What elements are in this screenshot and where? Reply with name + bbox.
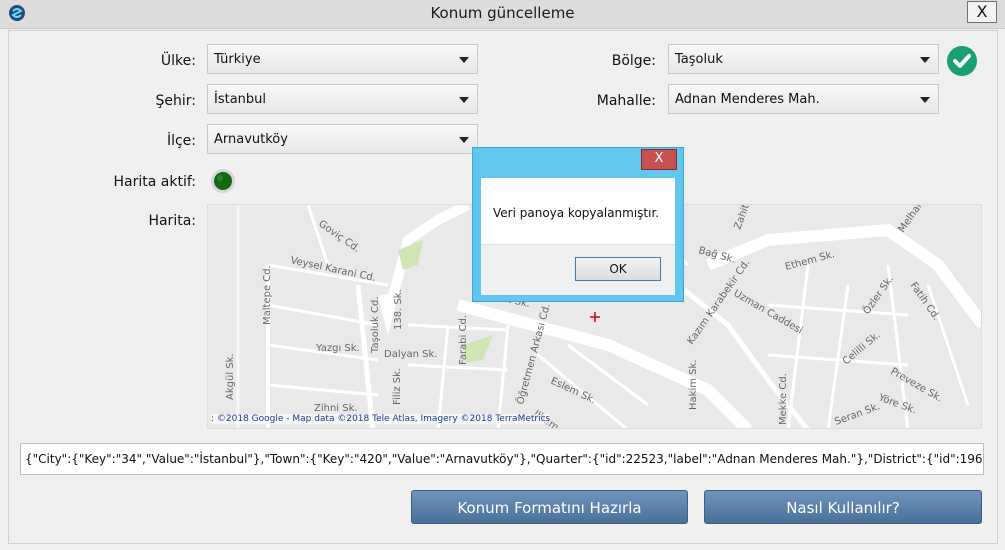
chevron-down-icon: [459, 137, 469, 143]
message-dialog: X Veri panoya kopyalanmıştır. OK: [472, 147, 684, 302]
neighborhood-label: Mahalle:: [596, 93, 656, 109]
location-json-output[interactable]: {"City":{"Key":"34","Value":"İstanbul"},…: [20, 443, 984, 475]
svg-text:Filiz Sk.: Filiz Sk.: [392, 368, 403, 405]
svg-text:Hakim Sk.: Hakim Sk.: [688, 360, 699, 410]
svg-text:Akgül Sk.: Akgül Sk.: [225, 353, 236, 400]
region-value: Taşoluk: [675, 52, 723, 67]
town-value: Arnavutköy: [214, 132, 288, 147]
chevron-down-icon: [920, 57, 930, 63]
check-circle-icon: [947, 46, 977, 76]
map-label: Harita:: [148, 213, 196, 229]
map-active-label: Harita aktif:: [113, 174, 196, 190]
title-bar: Konum güncelleme X: [0, 0, 1005, 29]
dialog-close-button[interactable]: X: [641, 149, 677, 170]
city-value: İstanbul: [214, 92, 267, 107]
neighborhood-select[interactable]: Adnan Menderes Mah.: [668, 84, 939, 114]
svg-text:Zihni Sk.: Zihni Sk.: [314, 403, 358, 414]
country-label: Ülke:: [160, 53, 196, 69]
city-label: Şehir:: [155, 93, 197, 109]
map-active-toggle[interactable]: [210, 168, 236, 194]
svg-text:138. Sk.: 138. Sk.: [393, 289, 404, 330]
city-select[interactable]: İstanbul: [207, 84, 478, 114]
svg-text:Maltepe Cd.: Maltepe Cd.: [262, 265, 273, 325]
dialog-body: Veri panoya kopyalanmıştır. OK: [481, 178, 675, 295]
svg-text:Mekke Cd.: Mekke Cd.: [778, 373, 789, 425]
town-label: İlçe:: [166, 133, 196, 149]
chevron-down-icon: [920, 97, 930, 103]
svg-text:Dalyan Sk.: Dalyan Sk.: [384, 349, 438, 360]
neighborhood-value: Adnan Menderes Mah.: [675, 92, 820, 107]
dialog-footer: OK: [481, 244, 675, 295]
chevron-down-icon: [459, 57, 469, 63]
region-select[interactable]: Taşoluk: [668, 44, 939, 74]
svg-text:Farabi Cd.: Farabi Cd.: [458, 315, 469, 365]
window-title: Konum güncelleme: [430, 4, 575, 22]
dialog-message: Veri panoya kopyalanmıştır.: [493, 206, 660, 220]
region-label: Bölge:: [611, 53, 656, 69]
svg-text:Taşoluk Cd.: Taşoluk Cd.: [370, 296, 381, 354]
chevron-down-icon: [459, 97, 469, 103]
svg-text:Yazgı Sk.: Yazgı Sk.: [315, 343, 360, 354]
prepare-location-format-button[interactable]: Konum Formatını Hazırla: [411, 490, 688, 524]
map-credit: : ©2018 Google - Map data ©2018 Tele Atl…: [211, 414, 551, 424]
dialog-ok-button[interactable]: OK: [575, 257, 661, 281]
town-select[interactable]: Arnavutköy: [207, 124, 478, 154]
location-json-text: {"City":{"Key":"34","Value":"İstanbul"},…: [25, 452, 984, 466]
country-select[interactable]: Türkiye: [207, 44, 478, 74]
window-close-button[interactable]: X: [967, 1, 997, 23]
country-value: Türkiye: [214, 52, 261, 67]
how-to-use-button[interactable]: Nasıl Kullanılır?: [704, 490, 982, 524]
